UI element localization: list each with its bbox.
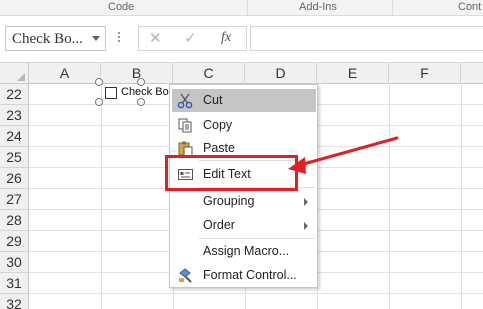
column-headers: A B C D E F bbox=[0, 62, 483, 84]
annotation-highlight-box bbox=[165, 155, 298, 191]
menu-divider bbox=[199, 238, 315, 239]
row-header-30[interactable]: 30 bbox=[0, 252, 29, 273]
menu-item-assign-macro[interactable]: Assign Macro... bbox=[172, 240, 316, 263]
menu-item-copy[interactable]: Copy bbox=[172, 114, 316, 137]
menu-item-format-control[interactable]: Format Control... bbox=[172, 264, 316, 287]
resize-handle[interactable] bbox=[95, 98, 103, 106]
copy-icon bbox=[177, 117, 194, 134]
formula-buttons: ✕ ✓ fx bbox=[138, 26, 247, 51]
column-header-c[interactable]: C bbox=[173, 63, 245, 84]
check-box-label: Check Box bbox=[121, 86, 175, 98]
row-header-31[interactable]: 31 bbox=[0, 273, 29, 294]
column-header-f[interactable]: F bbox=[389, 63, 461, 84]
row-header-29[interactable]: 29 bbox=[0, 231, 29, 252]
menu-item-label: Format Control... bbox=[203, 268, 297, 282]
resize-handle[interactable] bbox=[137, 78, 145, 86]
column-header-d[interactable]: D bbox=[245, 63, 317, 84]
formula-input[interactable] bbox=[250, 26, 483, 51]
submenu-arrow-icon bbox=[304, 222, 308, 230]
resize-handle[interactable] bbox=[137, 98, 145, 106]
grid-line bbox=[389, 84, 390, 309]
ribbon-separator bbox=[392, 0, 393, 16]
row-header-25[interactable]: 25 bbox=[0, 147, 29, 168]
ribbon-group-code: Code bbox=[108, 1, 135, 13]
cancel-icon[interactable]: ✕ bbox=[149, 29, 162, 47]
insert-function-icon[interactable]: fx bbox=[221, 30, 231, 46]
formula-bar: Check Bo... ✕ ✓ fx bbox=[0, 16, 483, 61]
column-header-e[interactable]: E bbox=[317, 63, 389, 84]
menu-item-label: Cut bbox=[203, 93, 223, 107]
row-header-24[interactable]: 24 bbox=[0, 126, 29, 147]
resize-handle[interactable] bbox=[95, 78, 103, 86]
menu-item-label: Assign Macro... bbox=[203, 244, 290, 258]
menu-item-label: Paste bbox=[203, 141, 235, 155]
name-box[interactable]: Check Bo... bbox=[5, 26, 106, 51]
grid-line bbox=[461, 84, 462, 309]
row-header-23[interactable]: 23 bbox=[0, 105, 29, 126]
grid-line bbox=[29, 293, 483, 294]
column-header-a[interactable]: A bbox=[29, 63, 101, 84]
menu-item-cut[interactable]: Cut bbox=[172, 89, 316, 112]
row-header-32[interactable]: 32 bbox=[0, 294, 29, 309]
ribbon-separator bbox=[247, 0, 248, 16]
ribbon-group-controls: Cont bbox=[458, 1, 482, 13]
menu-item-grouping[interactable]: Grouping bbox=[172, 190, 316, 213]
menu-item-order[interactable]: Order bbox=[172, 214, 316, 237]
menu-item-label: Grouping bbox=[203, 194, 255, 208]
format-control-icon bbox=[177, 267, 194, 284]
grid-line bbox=[101, 84, 102, 309]
checkbox-square[interactable] bbox=[105, 87, 117, 99]
row-header-22[interactable]: 22 bbox=[0, 84, 29, 105]
row-header-26[interactable]: 26 bbox=[0, 168, 29, 189]
menu-item-label: Order bbox=[203, 218, 235, 232]
enter-icon[interactable]: ✓ bbox=[184, 29, 197, 47]
chevron-down-icon[interactable] bbox=[92, 36, 100, 41]
name-box-value: Check Bo... bbox=[12, 31, 83, 47]
ribbon-group-strip: Code Add-Ins Cont bbox=[0, 0, 483, 16]
row-header-28[interactable]: 28 bbox=[0, 210, 29, 231]
scissors-icon bbox=[177, 92, 194, 109]
menu-item-label: Copy bbox=[203, 118, 233, 132]
select-all-button[interactable] bbox=[0, 63, 29, 84]
drag-handle-icon[interactable] bbox=[118, 32, 121, 46]
row-header-27[interactable]: 27 bbox=[0, 189, 29, 210]
submenu-arrow-icon bbox=[304, 198, 308, 206]
ribbon-group-add-ins: Add-Ins bbox=[299, 1, 337, 13]
